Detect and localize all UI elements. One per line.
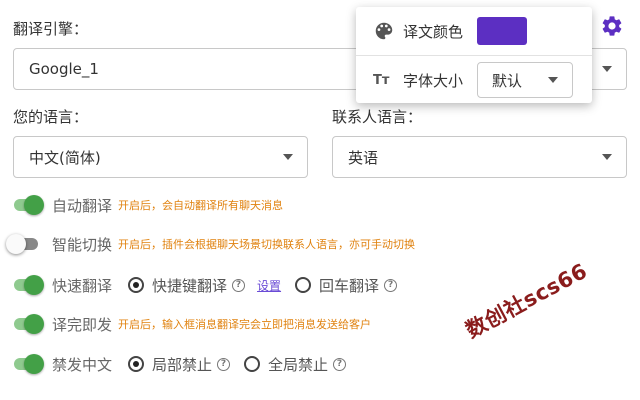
chevron-down-icon bbox=[283, 154, 293, 160]
enter-translate-radio[interactable] bbox=[295, 277, 312, 293]
auto-translate-hint: 开启后，会自动翻译所有聊天消息 bbox=[118, 199, 284, 212]
help-icon[interactable]: ? bbox=[333, 357, 347, 371]
your-language-select[interactable]: 中文(简体) bbox=[13, 136, 308, 178]
help-icon[interactable]: ? bbox=[217, 357, 231, 371]
block-chinese-label: 禁发中文 bbox=[52, 355, 113, 374]
send-after-translate-hint: 开启后，输入框消息翻译完会立即把消息发送给客户 bbox=[118, 318, 372, 331]
gear-icon[interactable] bbox=[600, 14, 624, 38]
global-block-label: 全局禁止 bbox=[268, 355, 329, 374]
quick-translate-row: 快速翻译 快捷键翻译 ? 设置 回车翻译 ? bbox=[10, 271, 398, 299]
send-after-translate-toggle[interactable] bbox=[10, 314, 44, 334]
partial-block-radio[interactable] bbox=[128, 356, 145, 372]
chevron-down-icon bbox=[602, 154, 612, 160]
translation-color-label: 译文颜色 bbox=[403, 22, 464, 41]
chevron-down-icon bbox=[548, 77, 559, 83]
partial-block-label: 局部禁止 bbox=[152, 355, 213, 374]
chevron-down-icon bbox=[602, 66, 612, 72]
block-chinese-row: 禁发中文 局部禁止 ? 全局禁止 ? bbox=[10, 350, 347, 378]
smart-switch-toggle[interactable] bbox=[6, 234, 40, 254]
quick-translate-label: 快速翻译 bbox=[52, 276, 113, 295]
enter-translate-label: 回车翻译 bbox=[319, 276, 380, 295]
hotkey-translate-radio[interactable] bbox=[128, 277, 145, 293]
your-language-value: 中文(简体) bbox=[29, 148, 101, 167]
divider bbox=[356, 55, 592, 56]
quick-translate-toggle[interactable] bbox=[10, 275, 44, 295]
help-icon[interactable]: ? bbox=[232, 278, 246, 292]
your-language-label: 您的语言： bbox=[13, 108, 89, 126]
auto-translate-label: 自动翻译 bbox=[52, 196, 113, 215]
translation-color-row: 译文颜色 bbox=[356, 17, 592, 45]
translation-style-popup: 译文颜色 Tт 字体大小 默认 bbox=[356, 7, 592, 103]
engine-value: Google_1 bbox=[29, 60, 99, 78]
auto-translate-toggle[interactable] bbox=[10, 195, 44, 215]
text-size-icon: Tт bbox=[373, 72, 390, 88]
watermark: 数创社scs66 bbox=[461, 258, 592, 343]
hotkey-translate-label: 快捷键翻译 bbox=[152, 276, 228, 295]
send-after-translate-row: 译完即发 开启后，输入框消息翻译完会立即把消息发送给客户 bbox=[10, 310, 371, 338]
send-after-translate-label: 译完即发 bbox=[52, 315, 113, 334]
contact-language-value: 英语 bbox=[348, 148, 379, 167]
block-chinese-toggle[interactable] bbox=[10, 354, 44, 374]
font-size-select[interactable]: 默认 bbox=[477, 62, 574, 98]
contact-language-label: 联系人语言： bbox=[332, 108, 423, 126]
contact-language-select[interactable]: 英语 bbox=[332, 136, 627, 178]
palette-icon bbox=[375, 22, 393, 40]
hotkey-settings-link[interactable]: 设置 bbox=[257, 277, 281, 294]
auto-translate-row: 自动翻译 开启后，会自动翻译所有聊天消息 bbox=[10, 191, 283, 219]
help-icon[interactable]: ? bbox=[384, 278, 398, 292]
global-block-radio[interactable] bbox=[244, 356, 261, 372]
engine-label: 翻译引擎： bbox=[13, 20, 89, 38]
font-size-value: 默认 bbox=[492, 71, 523, 90]
smart-switch-hint: 开启后，插件会根据聊天场景切换联系人语言，亦可手动切换 bbox=[118, 238, 416, 251]
font-size-label: 字体大小 bbox=[403, 71, 464, 90]
smart-switch-label: 智能切换 bbox=[52, 235, 113, 254]
font-size-row: Tт 字体大小 默认 bbox=[356, 62, 592, 98]
smart-switch-row: 智能切换 开启后，插件会根据聊天场景切换联系人语言，亦可手动切换 bbox=[6, 230, 416, 258]
translation-color-swatch[interactable] bbox=[477, 17, 528, 45]
